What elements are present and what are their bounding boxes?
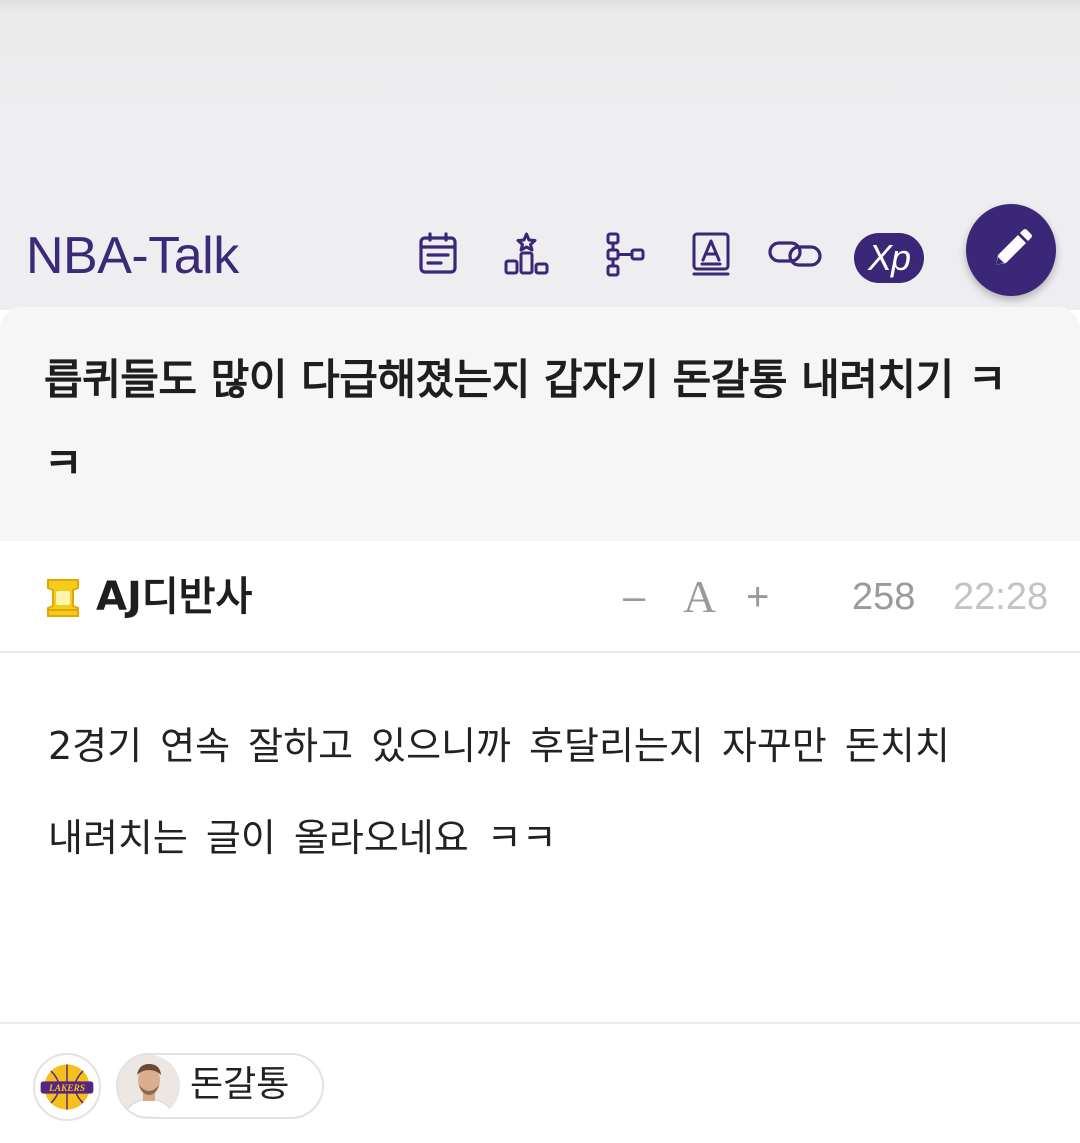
view-count: 258	[852, 576, 916, 618]
post-time: 22:28	[953, 576, 1049, 618]
tree-icon[interactable]	[600, 228, 650, 280]
font-decrease-button[interactable]: –	[623, 570, 645, 624]
dictionary-icon[interactable]	[686, 228, 736, 280]
post-title: 릅퀴들도 많이 다급해졌는지 갑자기 돈갈통 내려치기 ㅋㅋ	[44, 355, 1006, 488]
tag-label[interactable]: 돈갈통	[190, 1058, 289, 1112]
basketball-icon: LAKERS	[40, 1064, 94, 1110]
link-icon[interactable]	[766, 228, 824, 280]
post-body-line: 2경기 연속 잘하고 있으니까 후달리는지 자꾸만 돈치치	[48, 724, 950, 768]
author-name[interactable]: AJ디반사	[96, 570, 252, 624]
font-size-label: A	[683, 571, 717, 622]
write-post-button[interactable]	[966, 204, 1056, 296]
post-body: 2경기 연속 잘하고 있으니까 후달리는지 자꾸만 돈치치 내려치는 글이 올라…	[48, 700, 1048, 884]
ranking-icon[interactable]	[502, 228, 552, 280]
team-logo[interactable]: LAKERS	[33, 1053, 101, 1121]
font-increase-button[interactable]: +	[746, 570, 769, 624]
post-body-line: 내려치는 글이 올라오네요 ㅋㅋ	[48, 816, 557, 860]
rank-crown-icon	[44, 576, 82, 618]
xp-badge[interactable]: Xp	[854, 233, 924, 283]
pencil-icon	[996, 229, 1032, 265]
calendar-icon[interactable]	[413, 228, 463, 280]
player-avatar	[118, 1055, 180, 1117]
team-logo-text: LAKERS	[48, 1084, 85, 1094]
board-title[interactable]: NBA-Talk	[26, 224, 239, 288]
